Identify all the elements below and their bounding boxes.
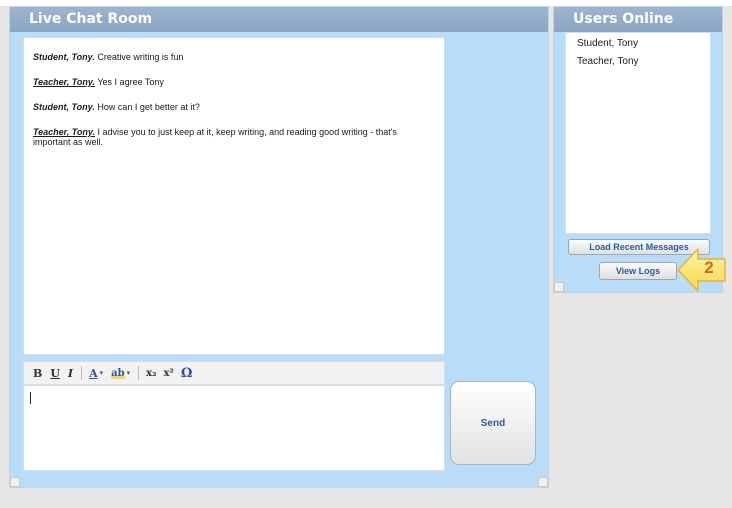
resize-corner [538, 477, 548, 487]
chevron-down-icon[interactable]: ▾ [100, 369, 104, 377]
users-panel-title: Users Online [554, 7, 722, 32]
underline-button[interactable]: U [50, 367, 60, 380]
user-list-item[interactable]: Student, Tony [577, 37, 710, 50]
message-text: Creative writing is fun [97, 52, 184, 62]
bold-button[interactable]: B [33, 367, 42, 380]
chat-message: Student, Tony. How can I get better at i… [33, 102, 434, 112]
message-sender: Teacher, Tony. [33, 77, 96, 87]
chat-panel-title: Live Chat Room [10, 7, 548, 32]
font-color-button[interactable]: A [89, 367, 98, 380]
send-button[interactable]: Send [450, 381, 536, 465]
highlight-color-button[interactable]: ab [111, 367, 125, 379]
special-character-button[interactable]: Ω [181, 366, 193, 381]
resize-corner [10, 477, 20, 487]
message-sender: Student, Tony. [33, 102, 95, 112]
view-logs-button[interactable]: View Logs [599, 262, 677, 280]
message-sender: Teacher, Tony. [33, 127, 96, 137]
toolbar-divider [81, 366, 83, 380]
message-input[interactable] [23, 385, 445, 471]
message-text: Yes I agree Tony [97, 77, 164, 87]
italic-button[interactable]: I [68, 367, 73, 380]
message-sender: Student, Tony. [33, 52, 95, 62]
superscript-button[interactable]: x² [163, 368, 173, 379]
chat-message: Teacher, Tony. I advise you to just keep… [33, 127, 434, 147]
message-list: Student, Tony. Creative writing is fun T… [23, 37, 445, 355]
callout-number: 2 [704, 258, 714, 277]
subscript-button[interactable]: x₂ [146, 368, 156, 379]
chat-message: Teacher, Tony. Yes I agree Tony [33, 77, 434, 87]
toolbar-divider [138, 366, 140, 380]
chevron-down-icon[interactable]: ▾ [127, 369, 131, 377]
resize-corner [554, 282, 564, 292]
users-list: Student, Tony Teacher, Tony [565, 32, 711, 234]
text-caret [30, 392, 31, 404]
editor-toolbar: B U I A ▾ ab ▾ x₂ x² Ω [23, 361, 445, 385]
chat-message: Student, Tony. Creative writing is fun [33, 52, 434, 62]
user-list-item[interactable]: Teacher, Tony [577, 55, 710, 68]
message-text: How can I get better at it? [97, 102, 200, 112]
chat-panel: Live Chat Room Student, Tony. Creative w… [9, 6, 549, 488]
